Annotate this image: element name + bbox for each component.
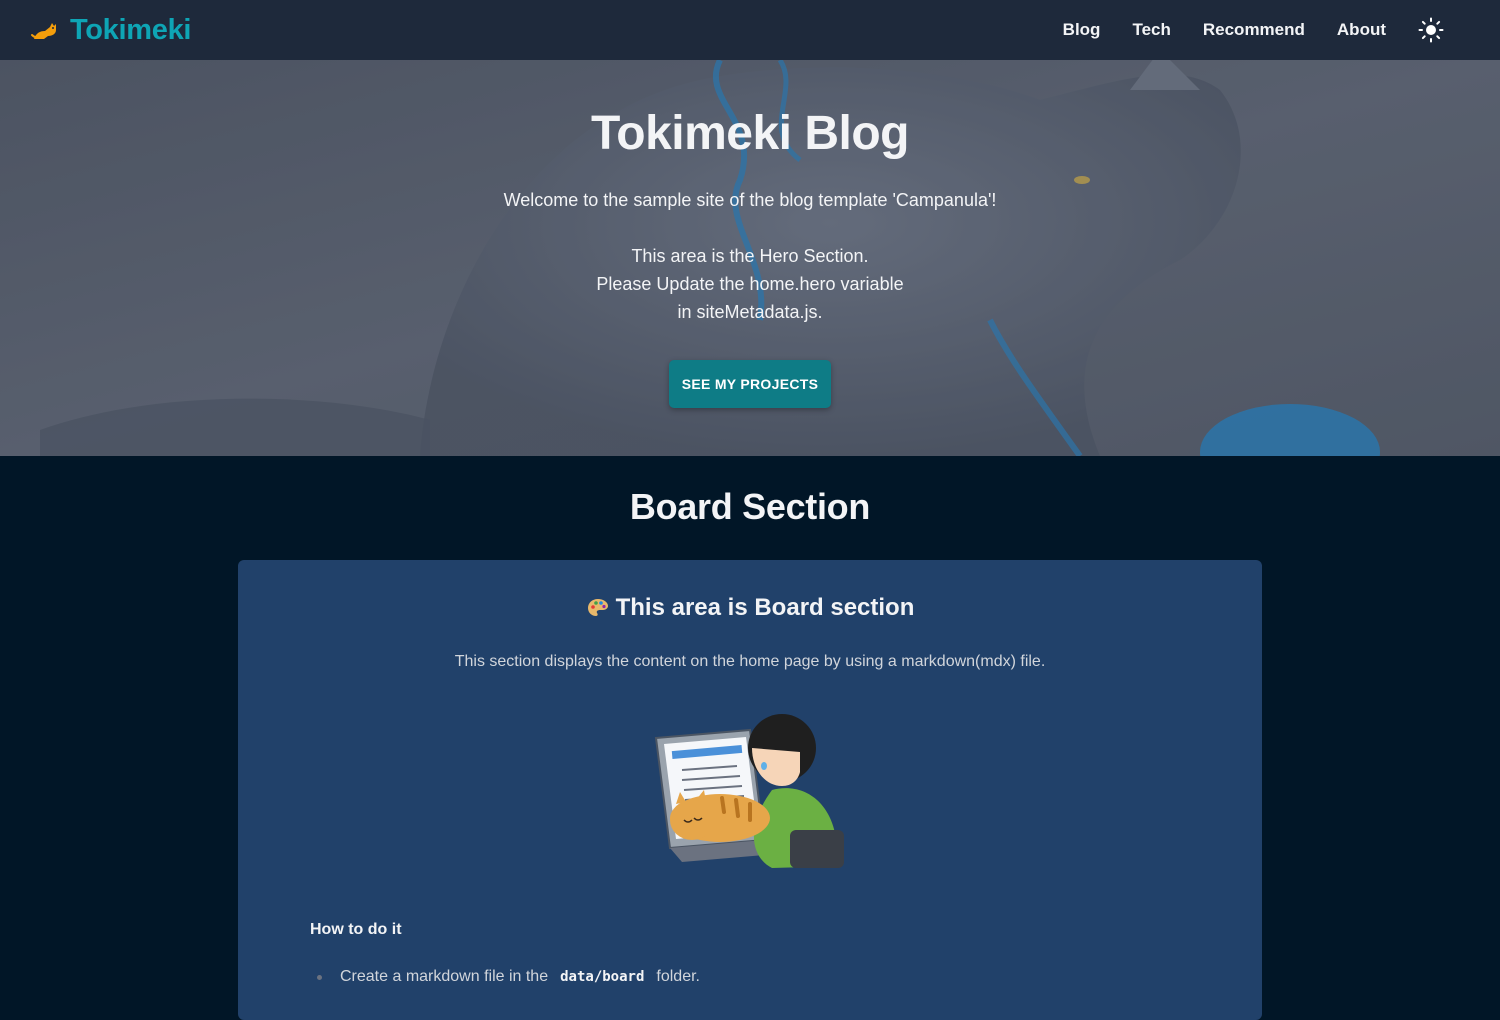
- brand-home-link[interactable]: Tokimeki: [30, 14, 191, 47]
- hero-section: Tokimeki Blog Welcome to the sample site…: [0, 60, 1500, 456]
- hero-text-line-1: This area is the Hero Section.: [631, 246, 869, 266]
- see-my-projects-button[interactable]: SEE MY PROJECTS: [669, 360, 831, 408]
- how-to-heading: How to do it: [310, 921, 402, 938]
- board-card-title: This area is Board section: [238, 594, 1262, 622]
- top-navbar: Tokimeki Blog Tech Recommend About: [0, 0, 1500, 60]
- palette-icon: [587, 599, 608, 616]
- list-item: Create a markdown file in the data/board…: [310, 968, 700, 986]
- step1-code: data/board: [560, 969, 645, 985]
- hero-text-line-3: in siteMetadata.js.: [677, 302, 823, 322]
- hero-content: Tokimeki Blog Welcome to the sample site…: [0, 60, 1500, 456]
- board-section-heading: Board Section: [629, 486, 871, 527]
- main-nav: Blog Tech Recommend About: [1063, 17, 1444, 43]
- step1-text-after: folder.: [656, 968, 700, 985]
- nav-about[interactable]: About: [1337, 20, 1386, 40]
- hero-title: Tokimeki Blog: [591, 107, 910, 160]
- nav-recommend[interactable]: Recommend: [1203, 20, 1305, 40]
- hero-text-line-2: Please Update the home.hero variable: [596, 274, 904, 294]
- list-bullet: [317, 974, 322, 980]
- person-with-cat-laptop-illustration: [654, 714, 844, 868]
- nav-tech[interactable]: Tech: [1132, 20, 1170, 40]
- board-card: This area is Board section This section …: [238, 560, 1262, 1020]
- board-card-title-text: This area is Board section: [615, 594, 915, 621]
- board-card-description: This section displays the content on the…: [454, 653, 1046, 670]
- hero-welcome-text: Welcome to the sample site of the blog t…: [503, 190, 997, 210]
- step1-text-before: Create a markdown file in the: [340, 968, 549, 985]
- nav-blog[interactable]: Blog: [1063, 20, 1101, 40]
- sun-icon[interactable]: [1418, 17, 1444, 43]
- cat-logo-icon: [31, 23, 56, 39]
- brand-name: Tokimeki: [70, 13, 192, 46]
